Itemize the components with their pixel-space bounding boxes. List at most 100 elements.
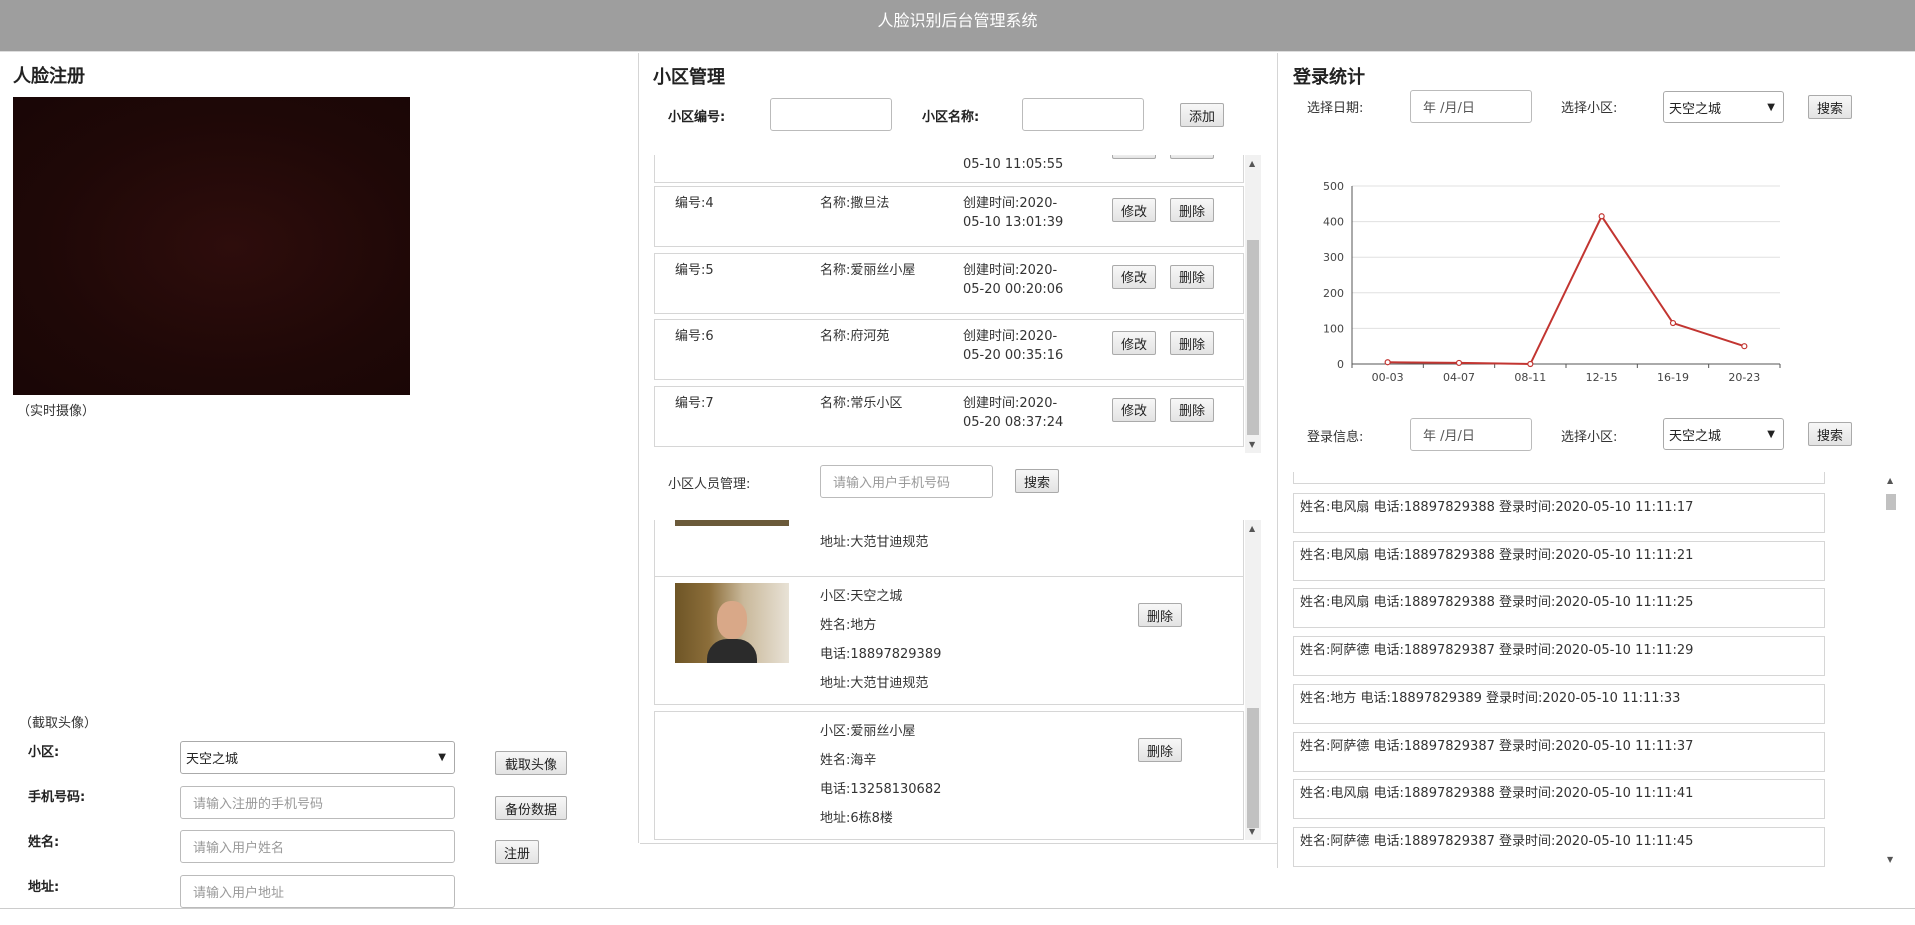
- login-community-select[interactable]: 天空之城 ▼: [1663, 418, 1784, 450]
- x-tick-label: 00-03: [1372, 371, 1404, 384]
- name-input[interactable]: 请输入用户姓名: [180, 830, 455, 863]
- delete-button[interactable]: [1170, 155, 1214, 159]
- data-point: [1455, 359, 1463, 367]
- edit-button[interactable]: [1112, 155, 1156, 159]
- community-row: 编号:7 名称:常乐小区 创建时间:2020- 05-20 08:37:24 修…: [654, 385, 1244, 447]
- resident-phone: 电话:13258130682: [820, 782, 942, 797]
- add-community-button[interactable]: 添加: [1180, 103, 1224, 127]
- x-tick-label: 20-23: [1728, 371, 1760, 384]
- scroll-up-icon[interactable]: ▲: [1249, 524, 1255, 533]
- app-title: 人脸识别后台管理系统: [877, 11, 1038, 30]
- community-row: 编号:6 名称:府河苑 创建时间:2020- 05-20 00:35:16 修改…: [654, 319, 1244, 380]
- community-id-label: 小区编号:: [668, 110, 726, 125]
- community-id: 编号:4: [675, 196, 714, 211]
- resident-address: 地址:6栋8楼: [820, 811, 893, 826]
- community-row: 编号:4 名称:撒旦法 创建时间:2020- 05-10 13:01:39 修改…: [654, 186, 1244, 247]
- community-name: 名称:撒旦法: [820, 196, 890, 211]
- community-name-label: 小区名称:: [922, 110, 980, 125]
- x-tick-label: 08-11: [1514, 371, 1546, 384]
- y-tick-label: 300: [1323, 251, 1344, 264]
- resident-search-button[interactable]: 搜索: [1015, 469, 1059, 493]
- column-divider: [638, 53, 639, 843]
- data-point: [1598, 213, 1605, 220]
- stats-search-button[interactable]: 搜索: [1808, 95, 1852, 119]
- resident-address: 地址:大范甘迪规范: [820, 676, 929, 691]
- camera-caption: （实时摄像）: [17, 404, 96, 419]
- page-bottom-divider: [0, 908, 1915, 909]
- delete-button[interactable]: 删除: [1170, 397, 1214, 422]
- scroll-thumb[interactable]: [1247, 708, 1259, 828]
- scroll-down-icon[interactable]: ▼: [1887, 855, 1893, 864]
- series-line: [1387, 214, 1745, 366]
- login-log-item: 姓名:阿萨德 电话:18897829387 登录时间:2020-05-10 11…: [1293, 731, 1825, 772]
- chevron-down-icon: ▼: [438, 752, 446, 763]
- login-search-button[interactable]: 搜索: [1808, 422, 1852, 446]
- login-info-label: 登录信息:: [1307, 430, 1364, 445]
- header-divider: [0, 51, 1915, 52]
- community-row: 编号:5 名称:爱丽丝小屋 创建时间:2020- 05-20 00:20:06 …: [654, 252, 1244, 314]
- scroll-thumb[interactable]: [1247, 240, 1259, 435]
- delete-resident-button[interactable]: 删除: [1138, 738, 1182, 762]
- resident-address: 地址:大范甘迪规范: [820, 535, 929, 550]
- resident-name: 姓名:地方: [820, 618, 877, 633]
- stats-community-select[interactable]: 天空之城 ▼: [1663, 91, 1784, 123]
- login-log-item: 姓名:地方 电话:18897829389 登录时间:2020-05-10 11:…: [1293, 683, 1825, 724]
- scroll-down-icon[interactable]: ▼: [1249, 440, 1255, 449]
- community-id: 编号:6: [675, 329, 714, 344]
- y-tick-label: 500: [1323, 180, 1344, 193]
- login-log-item: 姓名:阿萨德 电话:18897829387 登录时间:2020-05-10 11…: [1293, 826, 1825, 867]
- y-tick-label: 0: [1337, 358, 1344, 371]
- community-select-value: 天空之城: [186, 752, 239, 767]
- delete-button[interactable]: 删除: [1170, 198, 1214, 222]
- login-stats-title: 登录统计: [1293, 67, 1365, 88]
- capture-avatar-button[interactable]: 截取头像: [495, 751, 567, 775]
- community-name: 名称:常乐小区: [820, 395, 903, 411]
- created-date: 创建时间:2020-: [963, 262, 1058, 278]
- resident-phone-input[interactable]: 请输入用户手机号码: [820, 465, 993, 498]
- list-item: [1293, 472, 1825, 484]
- panel-bottom-divider: [640, 843, 1277, 844]
- address-input[interactable]: 请输入用户地址: [180, 875, 455, 908]
- resident-scrollbar[interactable]: ▲ ▼: [1245, 520, 1261, 840]
- delete-resident-button[interactable]: 删除: [1138, 603, 1182, 627]
- login-log-item: 姓名:电风扇 电话:18897829388 登录时间:2020-05-10 11…: [1293, 779, 1825, 820]
- phone-input[interactable]: 请输入注册的手机号码: [180, 786, 455, 819]
- login-scrollbar[interactable]: ▲ ▼: [1883, 472, 1899, 868]
- scroll-down-icon[interactable]: ▼: [1249, 827, 1255, 836]
- community-select[interactable]: 天空之城 ▼: [180, 741, 455, 774]
- scroll-up-icon[interactable]: ▲: [1249, 159, 1255, 168]
- chevron-down-icon: ▼: [1767, 428, 1775, 440]
- scroll-thumb[interactable]: [1886, 494, 1896, 510]
- created-time: 05-20 00:20:06: [963, 281, 1064, 297]
- edit-button[interactable]: 修改: [1112, 397, 1156, 422]
- community-name-input[interactable]: [1022, 98, 1144, 131]
- name-label: 姓名:: [28, 835, 60, 850]
- community-mgmt-title: 小区管理: [653, 67, 725, 88]
- date-input[interactable]: 年 /月/日: [1410, 90, 1532, 123]
- login-log-item: 姓名:电风扇 电话:18897829388 登录时间:2020-05-10 11…: [1293, 540, 1825, 581]
- y-tick-label: 200: [1323, 287, 1344, 300]
- avatar: [675, 583, 789, 663]
- created-date: 创建时间:2020-: [963, 329, 1058, 344]
- login-date-input[interactable]: 年 /月/日: [1410, 418, 1532, 451]
- face-icon: [717, 601, 747, 639]
- address-label: 地址:: [28, 880, 60, 895]
- community-id-input[interactable]: [770, 98, 892, 131]
- residents-label: 小区人员管理:: [668, 477, 751, 492]
- delete-button[interactable]: 删除: [1170, 331, 1214, 355]
- x-tick-label: 04-07: [1443, 371, 1475, 384]
- backup-data-button[interactable]: 备份数据: [495, 796, 567, 820]
- date-label: 选择日期:: [1307, 101, 1364, 116]
- login-log-item: 姓名:电风扇 电话:18897829388 登录时间:2020-05-10 11…: [1293, 588, 1825, 629]
- community-scrollbar[interactable]: ▲ ▼: [1245, 155, 1261, 453]
- register-button[interactable]: 注册: [495, 840, 539, 864]
- resident-info: 小区:天空之城 姓名:地方 电话:18897829389 地址:大范甘迪规范: [820, 582, 941, 698]
- phone-label: 手机号码:: [28, 790, 86, 805]
- edit-button[interactable]: 修改: [1112, 198, 1156, 222]
- scroll-up-icon[interactable]: ▲: [1887, 476, 1893, 485]
- delete-button[interactable]: 删除: [1170, 264, 1214, 289]
- x-tick-label: 16-19: [1657, 371, 1689, 384]
- edit-button[interactable]: 修改: [1112, 264, 1156, 289]
- edit-button[interactable]: 修改: [1112, 331, 1156, 355]
- x-tick-label: 12-15: [1586, 371, 1618, 384]
